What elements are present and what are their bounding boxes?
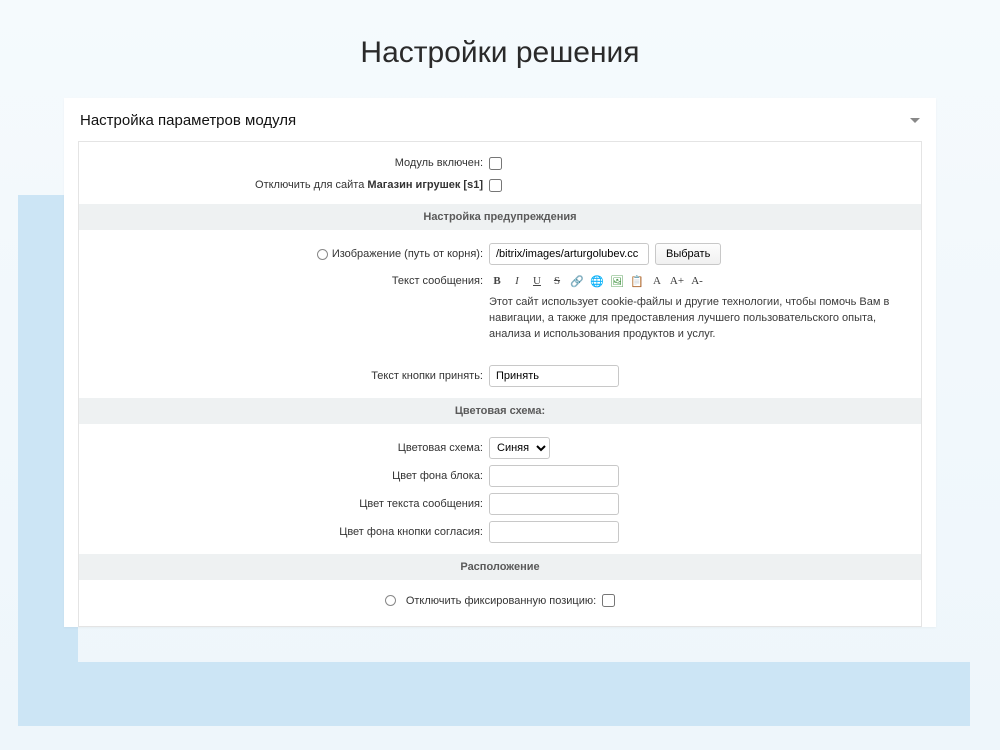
copy-icon[interactable]: 📋 <box>629 273 645 289</box>
disable-fixed-label: Отключить фиксированную позицию: <box>406 595 596 607</box>
row-accept-text: Текст кнопки принять: <box>79 362 921 390</box>
accept-text-label: Текст кнопки принять: <box>79 370 489 382</box>
color-scheme-label: Цветовая схема: <box>79 442 489 454</box>
disable-site-prefix: Отключить для сайта <box>255 179 367 191</box>
italic-icon[interactable]: I <box>509 273 525 289</box>
font-decrease-icon[interactable]: A- <box>689 273 705 289</box>
row-image-path: Изображение (путь от корня): Выбрать <box>79 240 921 268</box>
font-default-icon[interactable]: A <box>649 273 665 289</box>
panel-title: Настройка параметров модуля <box>80 112 296 129</box>
section-warning: Настройка предупреждения <box>79 204 921 230</box>
row-bg-color: Цвет фона блока: <box>79 462 921 490</box>
collapse-icon[interactable] <box>910 118 920 123</box>
bg-color-input[interactable] <box>489 465 619 487</box>
row-message-text: Текст сообщения: B I U S 🔗 🌐 🖼 📋 A A+ <box>79 268 921 354</box>
text-color-label: Цвет текста сообщения: <box>79 498 489 510</box>
row-button-bg: Цвет фона кнопки согласия: <box>79 518 921 546</box>
button-bg-input[interactable] <box>489 521 619 543</box>
color-scheme-select[interactable]: Синяя <box>489 437 550 459</box>
image-path-label-wrap: Изображение (путь от корня): <box>79 248 489 260</box>
bg-color-label: Цвет фона блока: <box>79 470 489 482</box>
row-disable-site: Отключить для сайта Магазин игрушек [s1] <box>79 174 921 196</box>
font-increase-icon[interactable]: A+ <box>669 273 685 289</box>
button-bg-label: Цвет фона кнопки согласия: <box>79 526 489 538</box>
image-path-input[interactable] <box>489 243 649 265</box>
section-position: Расположение <box>79 554 921 580</box>
radio-fixed-icon[interactable] <box>385 595 396 606</box>
bold-icon[interactable]: B <box>489 273 505 289</box>
image-path-label: Изображение (путь от корня): <box>332 248 483 260</box>
section-colors: Цветовая схема: <box>79 398 921 424</box>
image-icon[interactable]: 🖼 <box>609 273 625 289</box>
underline-icon[interactable]: U <box>529 273 545 289</box>
link-icon[interactable]: 🔗 <box>569 273 585 289</box>
row-text-color: Цвет текста сообщения: <box>79 490 921 518</box>
strike-icon[interactable]: S <box>549 273 565 289</box>
settings-panel: Настройка параметров модуля Модуль включ… <box>64 98 936 627</box>
globe-icon[interactable]: 🌐 <box>589 273 605 289</box>
row-disable-fixed: Отключить фиксированную позицию: <box>79 590 921 612</box>
module-enabled-checkbox[interactable] <box>489 157 502 170</box>
editor-toolbar: B I U S 🔗 🌐 🖼 📋 A A+ A- <box>489 271 911 293</box>
row-module-enabled: Модуль включен: <box>79 152 921 174</box>
text-color-input[interactable] <box>489 493 619 515</box>
disable-site-name: Магазин игрушек [s1] <box>367 179 483 191</box>
message-text-value[interactable]: Этот сайт использует cookie-файлы и друг… <box>489 293 911 351</box>
radio-icon[interactable] <box>317 249 328 260</box>
message-text-label: Текст сообщения: <box>79 271 489 287</box>
editor-area: B I U S 🔗 🌐 🖼 📋 A A+ A- Этот сайт исполь… <box>489 271 911 351</box>
form-body: Модуль включен: Отключить для сайта Мага… <box>78 141 922 627</box>
choose-button[interactable]: Выбрать <box>655 243 721 265</box>
module-enabled-label: Модуль включен: <box>79 157 489 169</box>
page-title: Настройки решения <box>0 0 1000 98</box>
bg-accent-bottom <box>18 662 970 726</box>
row-color-scheme: Цветовая схема: Синяя <box>79 434 921 462</box>
disable-fixed-checkbox[interactable] <box>602 594 615 607</box>
disable-site-label: Отключить для сайта Магазин игрушек [s1] <box>79 179 489 191</box>
disable-site-checkbox[interactable] <box>489 179 502 192</box>
panel-header: Настройка параметров модуля <box>64 98 936 141</box>
accept-text-input[interactable] <box>489 365 619 387</box>
